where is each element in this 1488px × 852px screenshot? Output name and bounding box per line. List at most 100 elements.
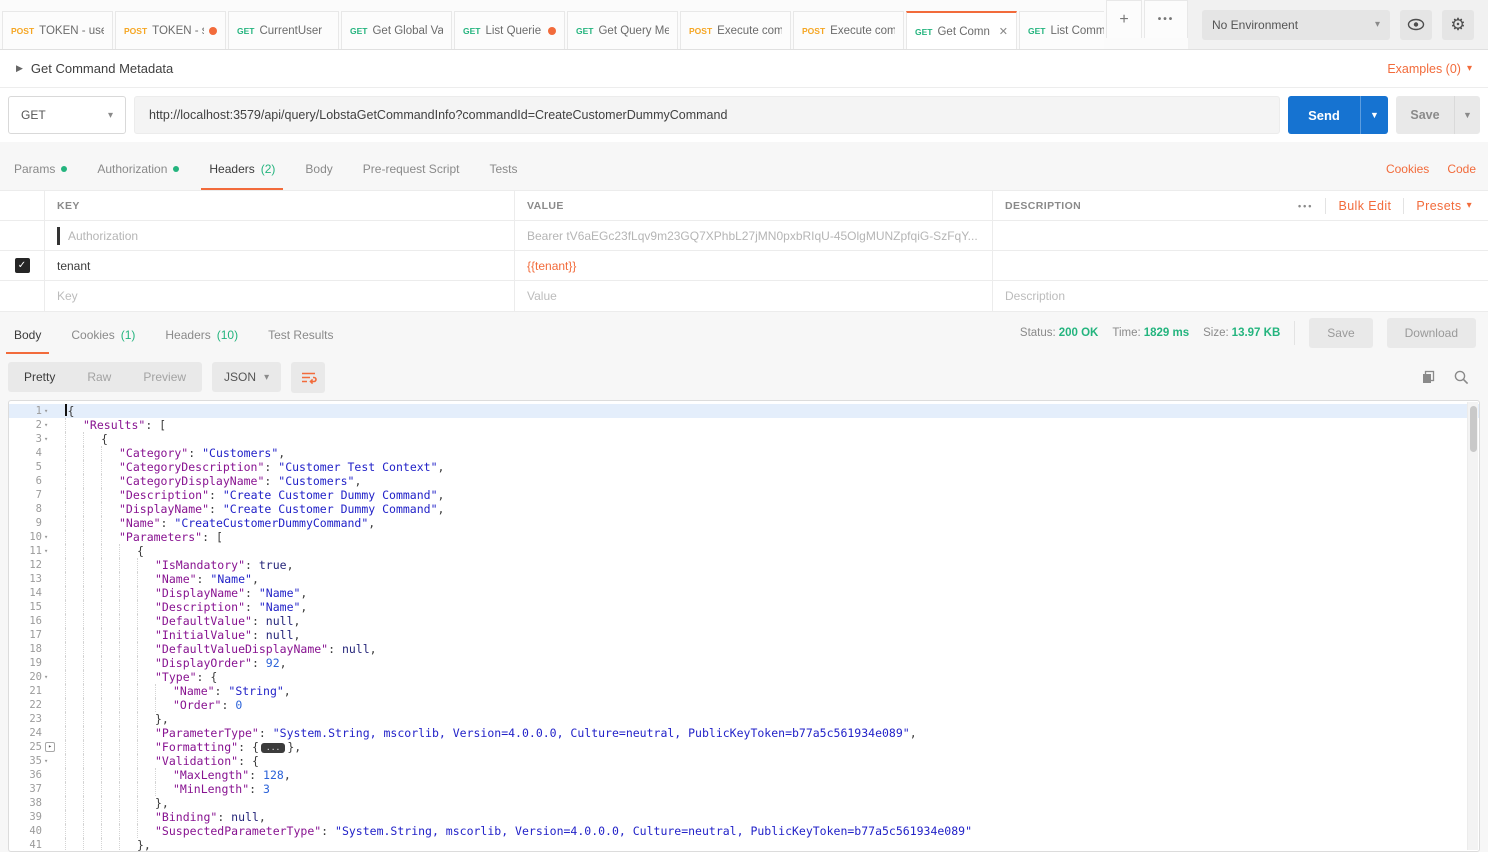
tab-authorization[interactable]: Authorization [95,162,181,190]
editor-scrollbar[interactable] [1467,402,1478,850]
kv-description-cell[interactable]: Description [993,281,1488,311]
request-tab[interactable]: GETGet Query Me [567,11,678,49]
copy-response-button[interactable] [1420,369,1437,386]
environment-quicklook-button[interactable] [1400,10,1432,40]
kv-description-cell[interactable] [993,251,1488,280]
line-gutter[interactable]: 19 [9,656,57,670]
new-tab-button[interactable]: + [1106,0,1142,38]
line-gutter[interactable]: 17 [9,628,57,642]
search-response-button[interactable] [1453,369,1470,386]
line-gutter[interactable]: 22 [9,698,57,712]
fold-collapse-icon[interactable]: ▾ [44,754,55,768]
tab-body[interactable]: Body [303,162,334,190]
line-gutter[interactable]: 39 [9,810,57,824]
response-tab-cookies[interactable]: Cookies(1) [69,328,137,354]
fold-collapse-icon[interactable]: ▾ [44,670,55,684]
save-options-arrow[interactable]: ▼ [1454,96,1480,134]
line-gutter[interactable]: 6 [9,474,57,488]
examples-dropdown[interactable]: Examples (0) ▾ [1387,62,1472,76]
line-gutter[interactable]: 24 [9,726,57,740]
line-gutter[interactable]: 5 [9,460,57,474]
method-select[interactable]: GET ▾ [8,96,126,134]
fold-collapse-icon[interactable]: ▾ [44,418,55,432]
code-link[interactable]: Code [1447,162,1476,176]
bulk-edit-link[interactable]: Bulk Edit [1338,199,1391,213]
view-mode-preview[interactable]: Preview [127,362,202,392]
send-button[interactable]: Send ▼ [1288,96,1388,134]
presets-dropdown[interactable]: Presets ▾ [1416,199,1472,213]
download-response-button[interactable]: Download [1387,318,1476,348]
kv-value-cell[interactable]: {{tenant}} [515,251,993,280]
fold-collapse-icon[interactable]: ▾ [44,404,55,418]
kv-value-cell[interactable]: Value [515,281,993,311]
response-tab-headers[interactable]: Headers(10) [163,328,240,354]
line-gutter[interactable]: 8 [9,502,57,516]
view-mode-pretty[interactable]: Pretty [8,362,71,392]
view-mode-raw[interactable]: Raw [71,362,127,392]
more-options-icon[interactable]: ••• [1298,201,1313,211]
wrap-lines-button[interactable] [291,362,325,393]
line-gutter[interactable]: 38 [9,796,57,810]
fold-collapse-icon[interactable]: ▾ [44,432,55,446]
fold-collapse-icon[interactable]: ▾ [44,544,55,558]
request-tab[interactable]: GETList Commanc [1019,11,1104,49]
tab-tests[interactable]: Tests [487,162,519,190]
line-gutter[interactable]: 2▾ [9,418,57,432]
kv-description-cell[interactable] [993,221,1488,250]
request-tab[interactable]: POSTTOKEN - s [115,11,226,49]
line-gutter[interactable]: 35▾ [9,754,57,768]
fold-expand-icon[interactable]: ▸ [45,742,55,752]
request-tab[interactable]: GETGet Global Var [341,11,452,49]
line-gutter[interactable]: 7 [9,488,57,502]
line-gutter[interactable]: 1▾ [9,404,57,418]
line-gutter[interactable]: 40 [9,824,57,838]
line-gutter[interactable]: 18 [9,642,57,656]
line-gutter[interactable]: 12 [9,558,57,572]
line-gutter[interactable]: 3▾ [9,432,57,446]
kv-key-cell[interactable]: tenant [45,251,515,280]
kv-value-cell[interactable]: Bearer tV6aEGc23fLqv9m23GQ7XPhbL27jMN0px… [515,221,993,250]
checkbox-checked[interactable]: ✓ [15,258,30,273]
line-gutter[interactable]: 21 [9,684,57,698]
settings-button[interactable]: ⚙ [1442,10,1474,40]
line-gutter[interactable]: 15 [9,600,57,614]
line-gutter[interactable]: 9 [9,516,57,530]
collapse-caret-icon[interactable]: ▶ [16,63,23,74]
tab-headers[interactable]: Headers(2) [207,162,277,190]
tab-pre-request-script[interactable]: Pre-request Script [361,162,462,190]
response-body-editor[interactable]: 1▾{2▾"Results": [3▾{4"Category": "Custom… [8,400,1480,852]
line-gutter[interactable]: 16 [9,614,57,628]
line-gutter[interactable]: 23 [9,712,57,726]
response-tab-body[interactable]: Body [12,328,43,354]
scrollbar-thumb[interactable] [1470,406,1477,452]
close-tab-icon[interactable]: ✕ [999,25,1008,38]
kv-key-cell[interactable]: Key [45,281,515,311]
line-gutter[interactable]: 37 [9,782,57,796]
url-input[interactable]: http://localhost:3579/api/query/LobstaGe… [134,96,1280,134]
request-tab[interactable]: GETCurrentUser [228,11,339,49]
more-tabs-button[interactable]: ••• [1144,0,1188,38]
line-gutter[interactable]: 25▸ [9,740,57,754]
fold-collapse-icon[interactable]: ▾ [44,530,55,544]
line-gutter[interactable]: 10▾ [9,530,57,544]
request-tab[interactable]: POSTExecute com [793,11,904,49]
response-tab-test-results[interactable]: Test Results [266,328,335,354]
kv-key-cell[interactable]: Authorization [45,221,515,250]
save-response-button[interactable]: Save [1309,318,1372,348]
format-select[interactable]: JSON ▾ [212,362,281,392]
line-gutter[interactable]: 36 [9,768,57,782]
tab-params[interactable]: Params [12,162,69,190]
environment-select[interactable]: No Environment ▾ [1202,10,1390,40]
line-gutter[interactable]: 4 [9,446,57,460]
line-gutter[interactable]: 11▾ [9,544,57,558]
line-gutter[interactable]: 14 [9,586,57,600]
send-options-arrow[interactable]: ▼ [1360,96,1388,134]
save-request-button[interactable]: Save ▼ [1396,96,1480,134]
line-gutter[interactable]: 20▾ [9,670,57,684]
cookies-link[interactable]: Cookies [1386,162,1429,176]
request-tab[interactable]: POSTExecute com [680,11,791,49]
line-gutter[interactable]: 13 [9,572,57,586]
request-tab[interactable]: GETGet Comn✕ [906,11,1017,49]
request-tab[interactable]: POSTTOKEN - user [2,11,113,49]
request-tab[interactable]: GETList Querie [454,11,565,49]
